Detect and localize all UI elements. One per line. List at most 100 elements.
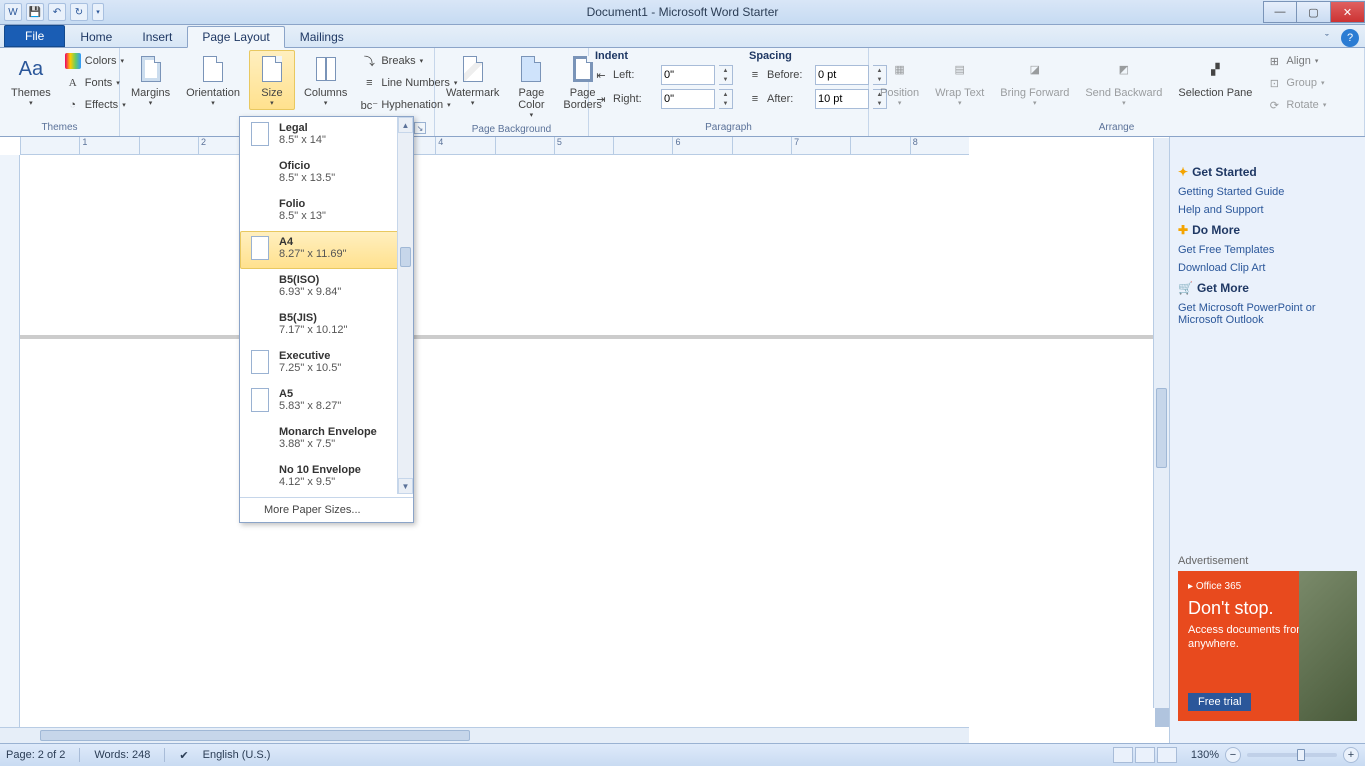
spacing-after-input[interactable] bbox=[815, 89, 869, 109]
columns-icon bbox=[310, 53, 342, 85]
page-size-icon bbox=[251, 388, 269, 412]
tab-insert[interactable]: Insert bbox=[127, 26, 187, 47]
size-option-b5-jis-[interactable]: B5(JIS)7.17" x 10.12" bbox=[240, 307, 413, 345]
spacing-before-input[interactable] bbox=[815, 65, 869, 85]
ribbon: Aa Themes ▾ Colors ▾ AFonts ▾ ◔Effects ▾… bbox=[0, 48, 1365, 137]
dropdown-scrollbar[interactable]: ▲ ▼ bbox=[397, 117, 413, 494]
send-backward-button[interactable]: ◩Send Backward▾ bbox=[1078, 50, 1169, 110]
more-paper-sizes[interactable]: More Paper Sizes... bbox=[240, 497, 413, 522]
word-icon[interactable]: W bbox=[4, 3, 22, 21]
zoom-out-button[interactable]: − bbox=[1225, 747, 1241, 763]
tab-mailings[interactable]: Mailings bbox=[285, 26, 359, 47]
size-option-a5[interactable]: A55.83" x 8.27" bbox=[240, 383, 413, 421]
group-icon: ⊡ bbox=[1266, 75, 1282, 91]
qat-customize[interactable]: ▾ bbox=[92, 3, 104, 21]
document-area bbox=[0, 155, 1169, 727]
getting-started-guide-link[interactable]: Getting Started Guide bbox=[1178, 183, 1357, 201]
fonts-icon: A bbox=[65, 75, 81, 91]
align-icon: ⊞ bbox=[1266, 53, 1282, 69]
get-more-header: 🛒Get More bbox=[1178, 281, 1357, 295]
print-layout-view[interactable] bbox=[1113, 747, 1133, 763]
web-layout-view[interactable] bbox=[1157, 747, 1177, 763]
dropdown-scroll-thumb[interactable] bbox=[400, 247, 411, 267]
get-office-link[interactable]: Get Microsoft PowerPoint or Microsoft Ou… bbox=[1178, 299, 1357, 329]
scroll-up-icon[interactable]: ▲ bbox=[398, 117, 413, 133]
redo-button[interactable]: ↻ bbox=[70, 3, 88, 21]
size-option-b5-iso-[interactable]: B5(ISO)6.93" x 9.84" bbox=[240, 269, 413, 307]
zoom-level[interactable]: 130% bbox=[1191, 749, 1219, 761]
size-button[interactable]: Size▾ bbox=[249, 50, 295, 110]
size-option-a4[interactable]: A48.27" x 11.69" bbox=[240, 231, 413, 269]
scrollbar-thumb[interactable] bbox=[1156, 388, 1167, 468]
title-bar: W 💾 ↶ ↻ ▾ Document1 - Microsoft Word Sta… bbox=[0, 0, 1365, 25]
zoom-knob[interactable] bbox=[1297, 749, 1305, 761]
align-button[interactable]: ⊞Align ▾ bbox=[1261, 50, 1331, 72]
rotate-button[interactable]: ⟳Rotate ▾ bbox=[1261, 94, 1331, 116]
zoom-in-button[interactable]: + bbox=[1343, 747, 1359, 763]
document-page[interactable] bbox=[20, 155, 1155, 727]
size-option-oficio[interactable]: Oficio8.5" x 13.5" bbox=[240, 155, 413, 193]
tab-file[interactable]: File bbox=[4, 25, 65, 47]
download-clipart-link[interactable]: Download Clip Art bbox=[1178, 259, 1357, 277]
group-page-background: Watermark▾ Page Color▾ Page Borders Page… bbox=[435, 48, 589, 136]
size-option-monarch-envelope[interactable]: Monarch Envelope3.88" x 7.5" bbox=[240, 421, 413, 459]
page-setup-launcher[interactable]: ↘ bbox=[414, 122, 426, 134]
indent-right-spinner[interactable]: ▲▼ bbox=[719, 89, 733, 109]
vertical-scrollbar[interactable] bbox=[1153, 138, 1169, 708]
ad-cta-button[interactable]: Free trial bbox=[1188, 693, 1251, 711]
spacing-after-icon: ≡ bbox=[747, 91, 763, 107]
get-templates-link[interactable]: Get Free Templates bbox=[1178, 241, 1357, 259]
tab-home[interactable]: Home bbox=[65, 26, 127, 47]
indent-left-spinner[interactable]: ▲▼ bbox=[719, 65, 733, 85]
bring-forward-button[interactable]: ◪Bring Forward▾ bbox=[993, 50, 1076, 110]
word-count[interactable]: Words: 248 bbox=[94, 749, 150, 761]
horizontal-ruler[interactable]: 12345678 bbox=[20, 137, 969, 155]
proofing-icon[interactable]: ✔ bbox=[179, 749, 188, 762]
scroll-down-icon[interactable]: ▼ bbox=[398, 478, 413, 494]
watermark-button[interactable]: Watermark▾ bbox=[439, 50, 506, 110]
language-indicator[interactable]: English (U.S.) bbox=[203, 749, 271, 761]
wrap-text-button[interactable]: ▤Wrap Text▾ bbox=[928, 50, 991, 110]
horizontal-scrollbar[interactable] bbox=[0, 727, 969, 743]
page-size-icon bbox=[251, 122, 269, 146]
position-icon: ▦ bbox=[884, 53, 916, 85]
maximize-button[interactable]: ▢ bbox=[1297, 1, 1331, 23]
zoom-slider[interactable] bbox=[1247, 753, 1337, 757]
ribbon-tabs: File Home Insert Page Layout Mailings ˇ … bbox=[0, 25, 1365, 48]
selection-pane-button[interactable]: ▞Selection Pane bbox=[1171, 50, 1259, 102]
group-button[interactable]: ⊡Group ▾ bbox=[1261, 72, 1331, 94]
ribbon-minimize-icon[interactable]: ˇ bbox=[1319, 31, 1335, 47]
size-option-executive[interactable]: Executive7.25" x 10.5" bbox=[240, 345, 413, 383]
group-themes: Aa Themes ▾ Colors ▾ AFonts ▾ ◔Effects ▾… bbox=[0, 48, 120, 136]
task-pane: ✦Get Started Getting Started Guide Help … bbox=[1169, 155, 1365, 727]
help-support-link[interactable]: Help and Support bbox=[1178, 201, 1357, 219]
save-button[interactable]: 💾 bbox=[26, 3, 44, 21]
size-option-legal[interactable]: Legal8.5" x 14" bbox=[240, 117, 413, 155]
indent-right-icon: ⇥ bbox=[593, 91, 609, 107]
position-button[interactable]: ▦Position▾ bbox=[873, 50, 926, 110]
indent-right-input[interactable] bbox=[661, 89, 715, 109]
plus-icon: ✚ bbox=[1178, 223, 1188, 237]
size-option-no-10-envelope[interactable]: No 10 Envelope4.12" x 9.5" bbox=[240, 459, 413, 497]
vertical-ruler[interactable] bbox=[0, 155, 20, 727]
advertisement-label: Advertisement bbox=[1178, 555, 1357, 571]
hyphenation-icon: bc⁻ bbox=[361, 97, 377, 113]
tab-page-layout[interactable]: Page Layout bbox=[187, 26, 284, 48]
help-icon[interactable]: ? bbox=[1341, 29, 1359, 47]
columns-button[interactable]: Columns▾ bbox=[297, 50, 354, 110]
fullscreen-view[interactable] bbox=[1135, 747, 1155, 763]
page-color-button[interactable]: Page Color▾ bbox=[508, 50, 554, 122]
themes-button[interactable]: Aa Themes ▾ bbox=[4, 50, 58, 110]
size-option-folio[interactable]: Folio8.5" x 13" bbox=[240, 193, 413, 231]
page-indicator[interactable]: Page: 2 of 2 bbox=[6, 749, 65, 761]
page-break-indicator bbox=[20, 335, 1155, 339]
themes-icon: Aa bbox=[15, 53, 47, 85]
advertisement[interactable]: ▸ Office 365 Don't stop. Access document… bbox=[1178, 571, 1357, 721]
indent-left-input[interactable] bbox=[661, 65, 715, 85]
orientation-button[interactable]: Orientation▾ bbox=[179, 50, 247, 110]
close-button[interactable]: ✕ bbox=[1331, 1, 1365, 23]
view-buttons bbox=[1113, 747, 1177, 763]
undo-button[interactable]: ↶ bbox=[48, 3, 66, 21]
margins-button[interactable]: Margins▾ bbox=[124, 50, 177, 110]
minimize-button[interactable]: — bbox=[1263, 1, 1297, 23]
